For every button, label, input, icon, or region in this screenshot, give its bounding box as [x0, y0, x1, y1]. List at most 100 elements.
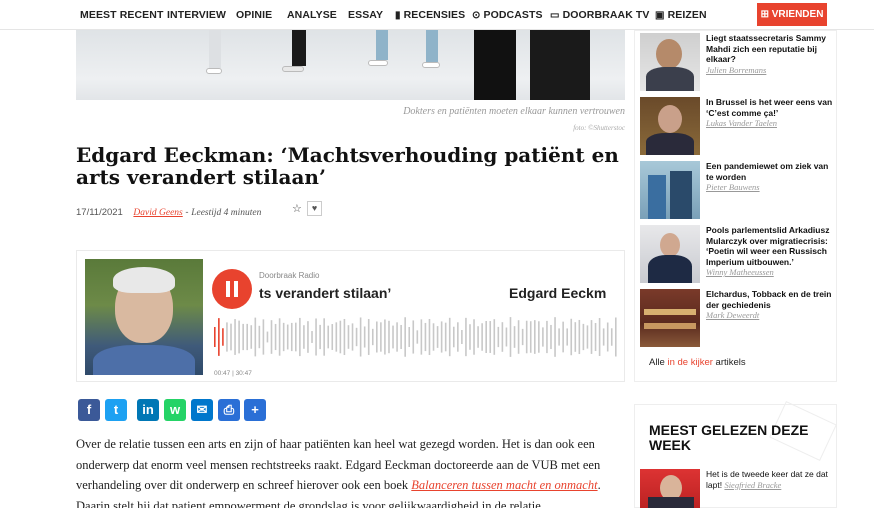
waveform-bar [489, 321, 492, 353]
episode-title-marquee: ts verandert stilaan’ Edgard Eeckm [259, 285, 615, 305]
waveform-bar [465, 317, 467, 357]
waveform-bar [558, 328, 560, 346]
marquee-text-b: Edgard Eeckm [509, 285, 607, 301]
waveform-bar [457, 322, 459, 352]
nav-recensies[interactable]: ▮ RECENSIES [395, 9, 465, 21]
waveform-bar [234, 319, 236, 355]
waveform-bar [485, 320, 487, 354]
waveform-bar [388, 320, 390, 354]
sidebar-item-author[interactable]: Lukas Vander Taelen [706, 118, 836, 129]
waveform-bar [242, 323, 244, 351]
waveform-bar [408, 326, 411, 348]
waveform-bar [222, 328, 224, 346]
waveform-bar [538, 321, 540, 353]
waveform-bar [594, 322, 597, 352]
nav-doorbraak-tv[interactable]: ▭ DOORBRAAK TV [550, 9, 650, 21]
article-body: Over de relatie tussen een arts en zijn … [76, 434, 628, 508]
email-share-button[interactable]: ✉ [191, 399, 213, 421]
waveform-bar [295, 322, 297, 352]
article-title: Edgard Eeckman: ‘Machtsverhouding patiën… [76, 143, 619, 189]
waveform-bar [586, 325, 589, 349]
heart-icon[interactable]: ♥ [307, 201, 322, 216]
waveform-bar [355, 327, 358, 347]
all-featured-highlight[interactable]: in de kijker [667, 357, 712, 368]
nav-doorbraak-tv-label: DOORBRAAK TV [562, 9, 650, 21]
waveform-bar [278, 318, 281, 356]
waveform-bar [376, 321, 378, 353]
waveform-bar [226, 322, 228, 352]
vrienden-label: VRIENDEN [771, 9, 824, 20]
star-icon[interactable]: ☆ [292, 202, 302, 215]
sidebar-item-author[interactable]: Julien Borremans [706, 65, 836, 76]
print-share-button[interactable]: ⎙ [218, 399, 240, 421]
linkedin-share-button[interactable]: in [137, 399, 159, 421]
nav-essay[interactable]: ESSAY [348, 9, 383, 21]
pause-button[interactable] [212, 269, 252, 309]
nav-podcasts[interactable]: ⊙ PODCASTS [472, 9, 543, 21]
waveform-bar [315, 318, 317, 356]
book-link[interactable]: Balanceren tussen macht en onmacht [411, 478, 597, 492]
waveform-bar [331, 324, 334, 350]
sidebar-item-author[interactable]: Pieter Bauwens [706, 182, 836, 193]
waveform-bar [432, 323, 435, 351]
waveform-bar [574, 322, 577, 352]
sidebar-item-author[interactable]: Winny Matheeussen [706, 267, 836, 278]
monitor-icon: ▭ [550, 10, 560, 21]
waveform-bar [218, 318, 220, 356]
facebook-share-button[interactable]: f [78, 399, 100, 421]
sidebar-thumbnail [640, 33, 700, 91]
nav-analyse[interactable]: ANALYSE [287, 9, 337, 21]
waveform-bar [371, 328, 374, 346]
sidebar-item-author[interactable]: Mark Deweerdt [706, 310, 836, 321]
waveform-bar [412, 320, 415, 354]
nav-reizen[interactable]: ▣ REIZEN [655, 9, 707, 21]
waveform-bar [404, 317, 406, 357]
nav-opinie[interactable]: OPINIE [236, 9, 272, 21]
waveform-bar [448, 317, 451, 357]
briefcase-icon: ▣ [655, 10, 665, 21]
waveform-bar [363, 326, 366, 348]
most-read-thumbnail[interactable] [640, 469, 700, 508]
station-label: Doorbraak Radio [259, 271, 320, 280]
waveform-bar [521, 328, 524, 346]
waveform-bar [562, 321, 564, 353]
waveform-bar [335, 322, 338, 352]
hero-image [76, 30, 625, 100]
waveform-bar [351, 323, 354, 351]
waveform-bar [517, 320, 520, 354]
most-read-item-author[interactable]: Siegfried Bracke [724, 480, 781, 490]
waveform-bar [380, 322, 382, 352]
author-link[interactable]: David Geens [133, 208, 182, 218]
waveform-bar [262, 319, 265, 355]
nav-meest-recent[interactable]: MEEST RECENT [80, 9, 163, 21]
waveform-bar [299, 317, 301, 357]
waveform-bar [266, 331, 269, 343]
nav-interview[interactable]: INTERVIEW [167, 9, 226, 21]
most-read-panel: MEEST GELEZEN DEZE WEEK Het is de tweede… [634, 401, 837, 508]
twitter-share-button[interactable]: t [105, 399, 127, 421]
waveform-bar [214, 327, 216, 347]
waveform-bar [598, 318, 601, 356]
waveform-bar [416, 330, 419, 344]
sidebar-item-title: Pools parlementslid Arkadiusz Mularczyk … [706, 225, 836, 278]
waveform-bar [578, 319, 581, 355]
all-featured-link[interactable]: Alle in de kijker artikels [649, 357, 746, 368]
waveform-bar [452, 326, 455, 348]
waveform-bar [533, 320, 536, 354]
whatsapp-share-button[interactable]: w [164, 399, 186, 421]
waveform-bar [554, 317, 556, 357]
waveform-bar [440, 321, 443, 353]
waveform-bar [282, 322, 285, 352]
waveform-bar [359, 317, 362, 357]
waveform-bar [444, 322, 447, 352]
waveform-bar [254, 317, 257, 357]
waveform-bar [230, 323, 232, 351]
waveform-bar [505, 327, 508, 347]
share-share-button[interactable]: + [244, 399, 266, 421]
waveform-bar [497, 326, 500, 348]
waveform-bar [327, 325, 330, 349]
waveform-bar [258, 325, 261, 349]
most-read-item[interactable]: Het is de tweede keer dat ze dat lapt! S… [706, 469, 832, 490]
audio-waveform[interactable] [212, 313, 617, 361]
vrienden-button[interactable]: ⊞ VRIENDEN [757, 3, 827, 26]
